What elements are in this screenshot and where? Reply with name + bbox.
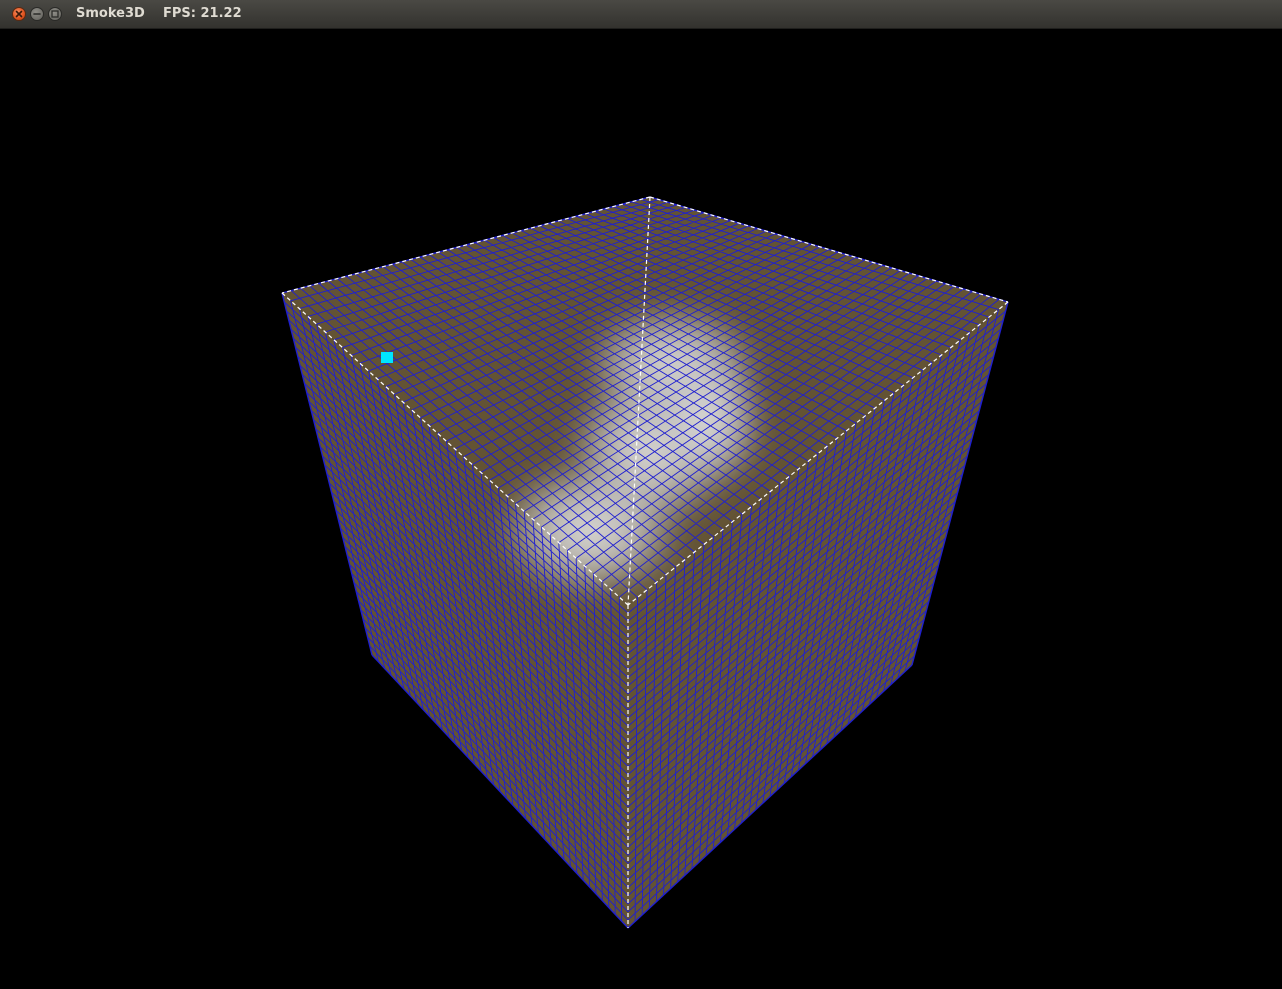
- minimize-icon: [33, 13, 41, 15]
- maximize-icon: [51, 10, 59, 18]
- close-button[interactable]: [12, 7, 26, 21]
- smoke-cube-scene: [281, 196, 1009, 929]
- title-bar: Smoke3D FPS: 21.22: [0, 0, 1282, 29]
- window-title: Smoke3D: [76, 6, 145, 21]
- fps-readout: FPS: 21.22: [163, 6, 242, 21]
- maximize-button[interactable]: [48, 7, 62, 21]
- close-icon: [15, 10, 23, 18]
- minimize-button[interactable]: [30, 7, 44, 21]
- render-viewport[interactable]: [0, 29, 1282, 989]
- cursor-marker-icon: [381, 352, 393, 363]
